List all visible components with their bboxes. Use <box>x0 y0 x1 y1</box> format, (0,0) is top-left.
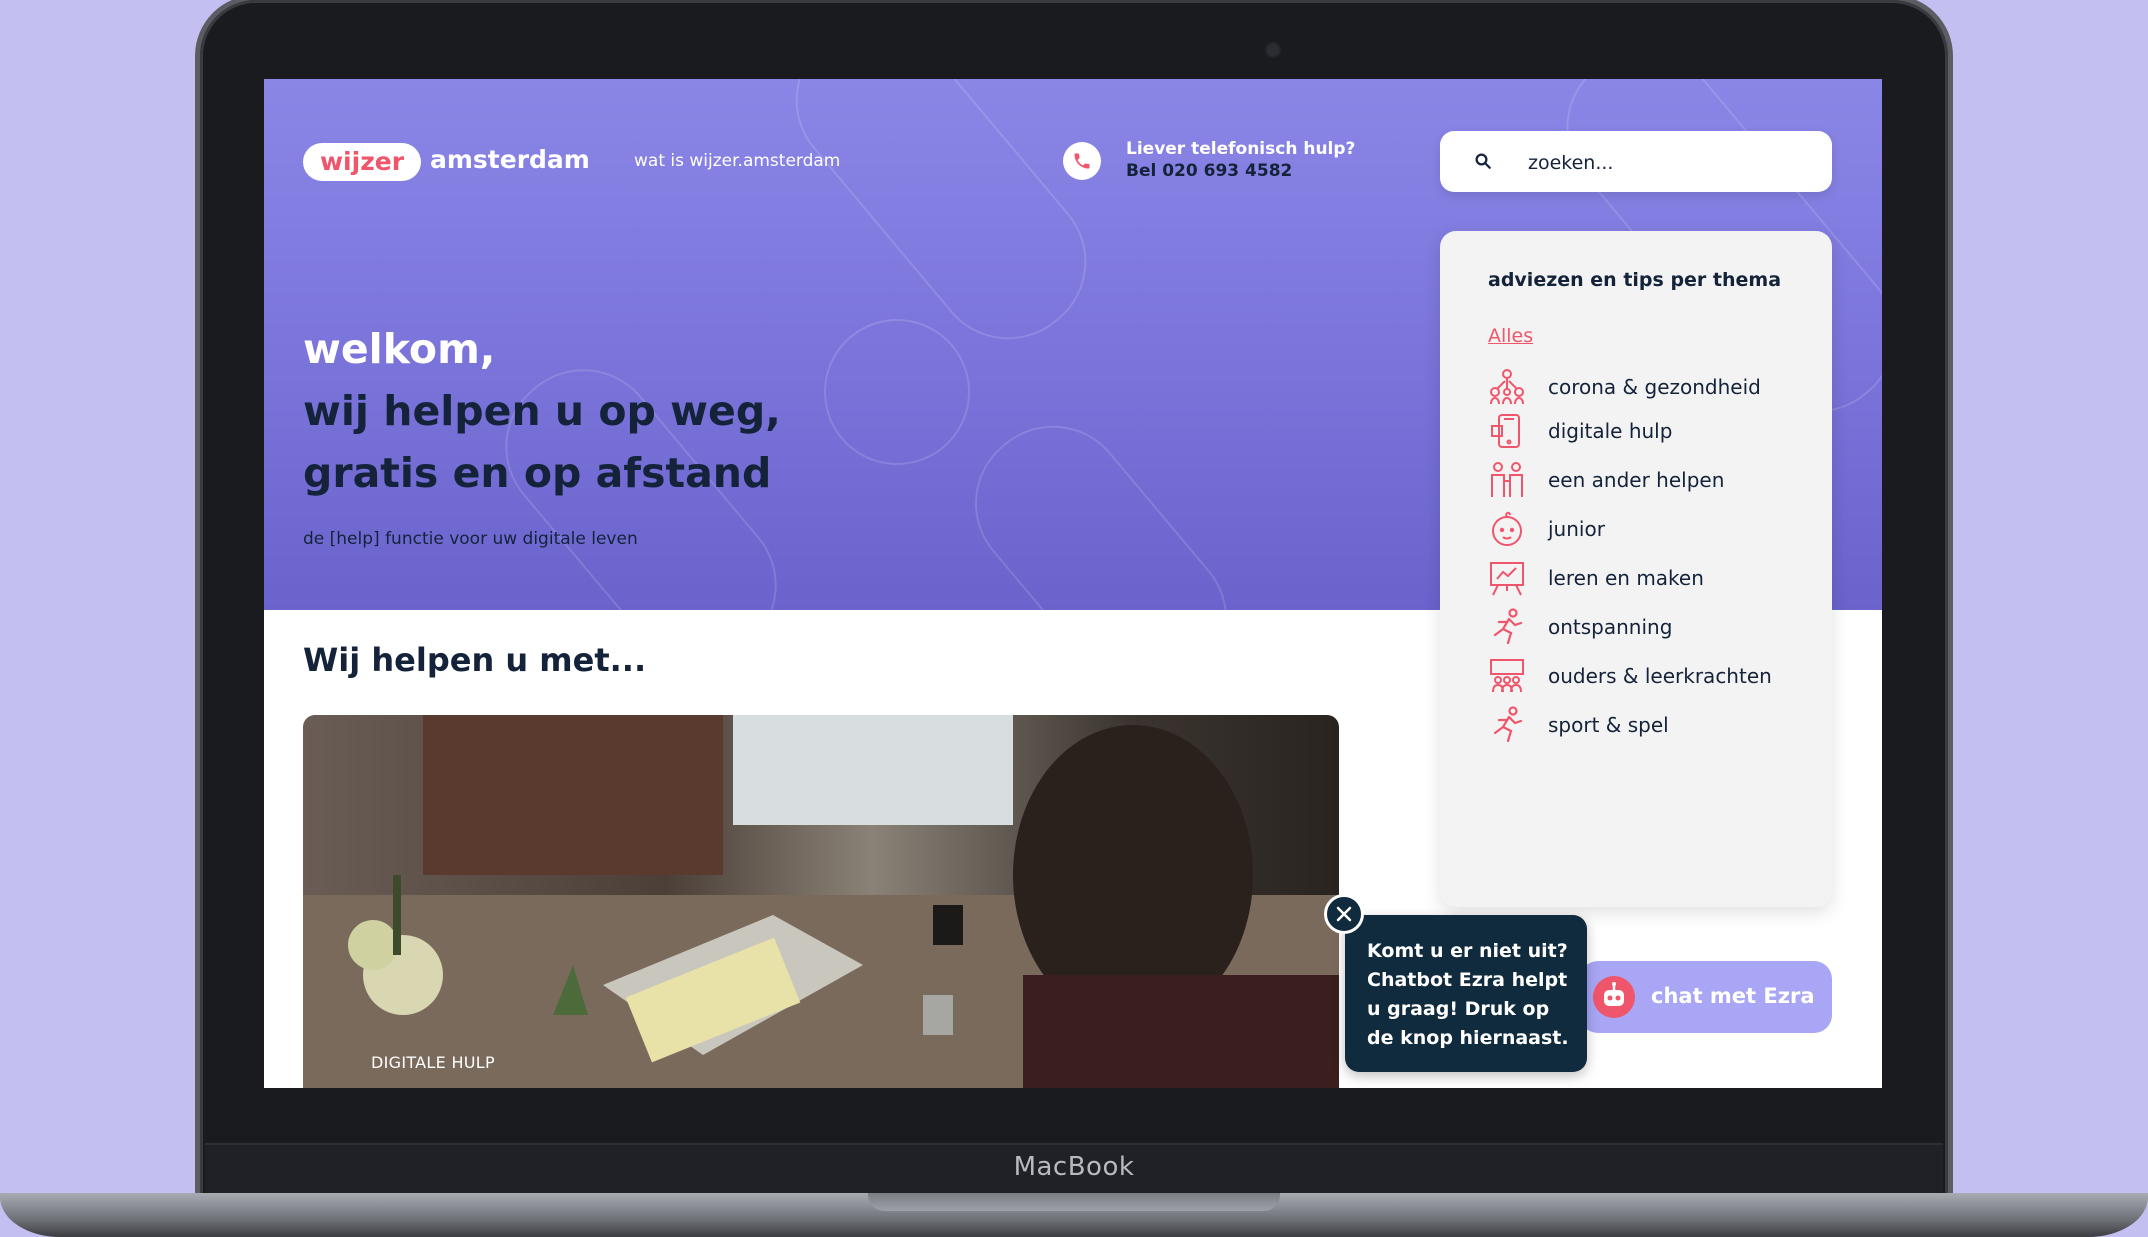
theme-item-label: junior <box>1548 517 1605 541</box>
people-network-icon <box>1488 368 1526 406</box>
section-title: Wij helpen u met... <box>303 641 647 679</box>
running-person-icon <box>1488 608 1526 646</box>
chatbot-bubble-text: Komt u er niet uit? Chatbot Ezra helpt u… <box>1367 940 1569 1049</box>
theme-item-ontspanning[interactable]: ontspanning <box>1488 607 1672 647</box>
phone-number[interactable]: Bel 020 693 4582 <box>1126 161 1292 181</box>
decorative-shape <box>765 79 1117 370</box>
search-input[interactable] <box>1526 145 1810 181</box>
theme-item-label: ouders & leerkrachten <box>1548 664 1772 688</box>
logo-pill-text: wijzer <box>319 147 405 176</box>
theme-item-label: ontspanning <box>1548 615 1673 639</box>
themes-panel: adviezen en tips per thema Alles corona … <box>1440 231 1832 907</box>
theme-item-junior[interactable]: junior <box>1488 509 1605 549</box>
search-icon[interactable] <box>1474 152 1492 174</box>
hero-headline-line2: wij helpen u op weg, <box>303 387 781 435</box>
presentation-board-icon <box>1488 559 1526 597</box>
camera-icon <box>1265 42 1281 58</box>
close-icon[interactable] <box>1324 894 1364 934</box>
card-photo <box>303 715 1339 1088</box>
hero-headline-line3: gratis en op afstand <box>303 449 772 497</box>
nav-link-about[interactable]: wat is wijzer.amsterdam <box>634 151 840 171</box>
card-label: DIGITALE HULP <box>371 1053 495 1072</box>
theme-item-label: een ander helpen <box>1548 468 1725 492</box>
theme-item-sport-spel[interactable]: sport & spel <box>1488 705 1669 745</box>
hero-subtitle: de [help] functie voor uw digitale leven <box>303 529 638 549</box>
smartphone-icon <box>1488 412 1526 450</box>
decorative-circle <box>824 319 970 465</box>
decorative-shape <box>944 395 1258 610</box>
theme-item-digitale-hulp[interactable]: digitale hulp <box>1488 411 1672 451</box>
classroom-icon <box>1488 657 1526 695</box>
two-people-icon <box>1488 461 1526 499</box>
running-person-icon <box>1488 706 1526 744</box>
phone-icon[interactable] <box>1063 142 1101 180</box>
phone-help-text: Liever telefonisch hulp? <box>1126 139 1356 159</box>
logo-text[interactable]: amsterdam <box>430 145 590 174</box>
chat-button-label: chat met Ezra <box>1651 984 1815 1008</box>
browser-screen: wijzer amsterdam wat is wijzer.amsterdam… <box>264 79 1882 1088</box>
theme-item-ouders-leerkrachten[interactable]: ouders & leerkrachten <box>1488 656 1772 696</box>
robot-icon <box>1593 976 1635 1018</box>
theme-item-een-ander-helpen[interactable]: een ander helpen <box>1488 460 1724 500</box>
theme-item-label: sport & spel <box>1548 713 1669 737</box>
chat-button[interactable]: chat met Ezra <box>1580 961 1832 1033</box>
theme-item-label: leren en maken <box>1548 566 1704 590</box>
card-digitale-hulp[interactable]: DIGITALE HULP <box>303 715 1339 1088</box>
theme-item-corona[interactable]: corona & gezondheid <box>1488 367 1761 407</box>
logo[interactable]: wijzer <box>303 143 421 181</box>
chatbot-bubble: Komt u er niet uit? Chatbot Ezra helpt u… <box>1345 915 1587 1072</box>
baby-face-icon <box>1488 510 1526 548</box>
laptop-notch <box>868 1193 1280 1211</box>
theme-item-leren-en-maken[interactable]: leren en maken <box>1488 558 1704 598</box>
device-brand-label: MacBook <box>1013 1152 1135 1182</box>
search-box[interactable] <box>1440 131 1832 192</box>
theme-item-label: digitale hulp <box>1548 419 1673 443</box>
hero-welcome: welkom, <box>303 325 496 373</box>
theme-link-all[interactable]: Alles <box>1488 325 1533 347</box>
theme-item-label: corona & gezondheid <box>1548 375 1761 399</box>
themes-panel-title: adviezen en tips per thema <box>1488 269 1782 291</box>
